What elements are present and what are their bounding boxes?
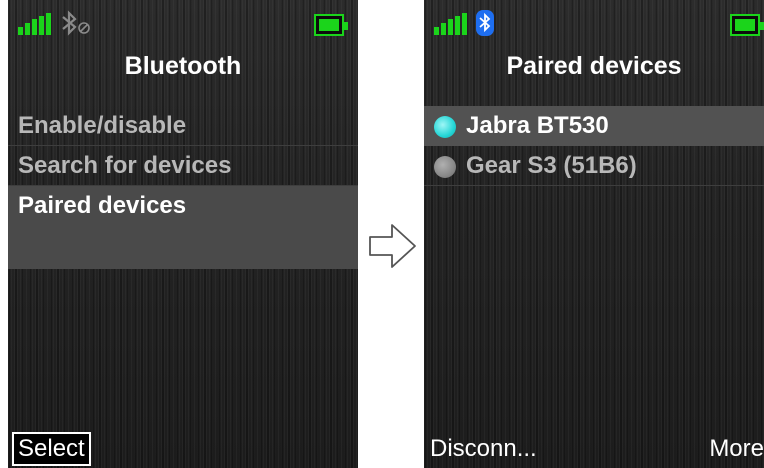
arrow-right-icon [369,224,416,268]
menu-item-search-devices[interactable]: Search for devices [8,146,358,186]
more-softkey[interactable]: More [709,432,764,466]
bluetooth-disabled-icon [62,10,90,36]
screen-title: Bluetooth [124,52,242,80]
paired-devices-screen: Paired devices Jabra BT530 Gear S3 (51B6… [424,0,764,468]
select-softkey[interactable]: Select [12,432,91,466]
status-bar [8,0,358,40]
device-item-jabra[interactable]: Jabra BT530 [424,106,764,146]
paired-devices-list: Jabra BT530 Gear S3 (51B6) [424,106,764,186]
menu-item-paired-devices[interactable]: Paired devices [8,186,358,269]
menu-item-enable-disable[interactable]: Enable/disable [8,106,358,146]
bluetooth-menu-screen: Bluetooth Enable/disable Search for devi… [8,0,358,468]
status-bar [424,0,764,40]
device-item-gear[interactable]: Gear S3 (51B6) [424,146,764,186]
bluetooth-icon [476,10,494,36]
device-name: Jabra BT530 [466,112,609,139]
signal-strength-icon [18,13,51,35]
screen-title: Paired devices [506,52,682,80]
signal-strength-icon [434,13,467,35]
radio-unselected-icon [434,156,456,178]
battery-icon [730,14,764,36]
battery-icon [314,14,348,36]
disconnect-softkey[interactable]: Disconn... [430,432,537,466]
device-name: Gear S3 (51B6) [466,152,637,179]
radio-selected-icon [434,116,456,138]
bluetooth-menu-list: Enable/disable Search for devices Paired… [8,106,358,269]
